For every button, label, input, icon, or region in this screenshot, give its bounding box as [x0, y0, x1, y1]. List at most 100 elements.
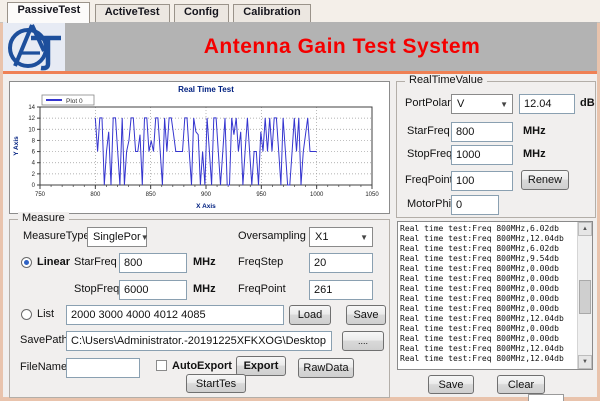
log-clear-button[interactable]: Clear	[497, 375, 545, 394]
list-save-button[interactable]: Save	[346, 305, 386, 325]
log-line: Real time test:Freq 800MHz,12.04db	[400, 354, 576, 364]
svg-text:850: 850	[146, 192, 157, 198]
oversampling-combo[interactable]: X1 ▼	[309, 227, 373, 247]
autoexport-checkbox[interactable]	[156, 360, 167, 371]
autoexport-label: AutoExport	[172, 360, 232, 372]
list-radio[interactable]	[21, 309, 32, 320]
svg-text:12: 12	[28, 116, 35, 122]
linear-radio[interactable]	[21, 257, 32, 268]
gain-value-field[interactable]	[519, 94, 575, 114]
chevron-down-icon: ▼	[360, 233, 372, 242]
log-line: Real time test:Freq 800MHz,12.04db	[400, 314, 576, 324]
list-load-button[interactable]: Load	[289, 305, 331, 325]
m-stopfreq-field[interactable]	[119, 280, 187, 300]
svg-text:950: 950	[256, 192, 267, 198]
m-stopfreq-label: StopFreq	[74, 283, 119, 295]
m-freqpoint-label: FreqPoint	[238, 283, 286, 295]
linear-label: Linear	[37, 256, 70, 268]
renew-button[interactable]: Renew	[521, 170, 569, 190]
gain-unit-label: dB	[580, 97, 595, 109]
log-scrollbar[interactable]: ▲ ▼	[577, 222, 592, 369]
rt-stopfreq-label: StopFreq	[407, 148, 452, 160]
svg-text:4: 4	[32, 161, 36, 167]
motorphi-field[interactable]	[451, 195, 499, 215]
rt-starfreq-field[interactable]	[451, 122, 513, 142]
start-test-button[interactable]: StartTes	[186, 374, 246, 393]
log-line: Real time test:Freq 800MHz,6.02db	[400, 224, 576, 234]
list-freqs-field[interactable]	[66, 305, 284, 325]
svg-text:Y Axis: Y Axis	[13, 136, 20, 156]
portpolar-label: PortPolar	[405, 97, 451, 109]
svg-text:900: 900	[201, 192, 212, 198]
scroll-up-icon[interactable]: ▲	[578, 222, 592, 236]
log-line: Real time test:Freq 800MHz,0.00db	[400, 334, 576, 344]
realtime-chart: Real Time TestPlot 002468101214750800850…	[9, 81, 390, 214]
m-freqpoint-field[interactable]	[309, 280, 373, 300]
rt-stopfreq-field[interactable]	[451, 145, 513, 165]
rt-stopfreq-unit: MHz	[523, 148, 546, 160]
svg-text:0: 0	[32, 183, 36, 189]
export-button[interactable]: Export	[236, 356, 286, 376]
chart-canvas: Real Time TestPlot 002468101214750800850…	[10, 82, 389, 216]
portpolar-combo[interactable]: V ▼	[451, 94, 513, 114]
tab-calibration[interactable]: Calibration	[233, 4, 310, 23]
log-line: Real time test:Freq 800MHz,0.00db	[400, 274, 576, 284]
log-line: Real time test:Freq 800MHz,12.04db	[400, 344, 576, 354]
chevron-down-icon: ▼	[141, 233, 153, 242]
browse-button[interactable]: ....	[342, 331, 384, 351]
app-logo	[3, 22, 66, 71]
svg-text:Real Time Test: Real Time Test	[178, 85, 234, 94]
svg-text:X Axis: X Axis	[196, 203, 216, 210]
savepath-label: SavePath	[20, 334, 68, 346]
measuretype-value: SinglePor	[93, 231, 141, 243]
freqstep-field[interactable]	[309, 253, 373, 273]
tab-passivetest[interactable]: PassiveTest	[7, 2, 90, 23]
log-line: Real time test:Freq 800MHz,9.54db	[400, 254, 576, 264]
rt-starfreq-unit: MHz	[523, 125, 546, 137]
agt-logo-icon	[3, 22, 65, 71]
log-line: Real time test:Freq 800MHz,0.00db	[400, 304, 576, 314]
log-line: Real time test:Freq 800MHz,0.00db	[400, 264, 576, 274]
tab-activetest[interactable]: ActiveTest	[95, 4, 170, 23]
filename-field[interactable]	[66, 358, 140, 378]
m-starfreq-unit: MHz	[193, 256, 216, 268]
list-label: List	[37, 308, 54, 320]
rt-freqpoint-field[interactable]	[451, 171, 513, 191]
rt-freqpoint-label: FreqPoint	[405, 174, 453, 186]
log-line: Real time test:Freq 800MHz,12.04db	[400, 234, 576, 244]
log-line: Real time test:Freq 800MHz,0.00db	[400, 284, 576, 294]
log-listbox[interactable]: Real time test:Freq 800MHz,6.02dbReal ti…	[397, 221, 593, 370]
portpolar-value: V	[457, 98, 464, 110]
oversampling-label: Oversampling	[238, 230, 306, 242]
rawdata-button[interactable]: RawData	[298, 358, 354, 378]
filename-label: FileName	[20, 361, 67, 373]
tab-config[interactable]: Config	[174, 4, 229, 23]
m-starfreq-field[interactable]	[119, 253, 187, 273]
realtimevalue-group: RealTimeValue PortPolar V ▼ dB StarFreq …	[396, 81, 596, 218]
m-starfreq-label: StarFreq	[74, 256, 117, 268]
log-line: Real time test:Freq 800MHz,0.00db	[400, 324, 576, 334]
log-lines: Real time test:Freq 800MHz,6.02dbReal ti…	[400, 224, 576, 367]
svg-text:Plot 0: Plot 0	[66, 98, 83, 105]
log-line: Real time test:Freq 800MHz,6.02db	[400, 244, 576, 254]
savepath-field[interactable]	[66, 331, 332, 351]
header-banner: Antenna Gain Test System	[65, 22, 597, 71]
svg-text:750: 750	[35, 192, 46, 198]
oversampling-value: X1	[315, 231, 328, 243]
scrollbar-thumb[interactable]	[579, 280, 591, 314]
svg-text:6: 6	[32, 150, 36, 156]
realtimevalue-group-label: RealTimeValue	[405, 74, 487, 86]
freqstep-label: FreqStep	[238, 256, 283, 268]
measure-group-label: Measure	[18, 212, 69, 224]
tab-strip: PassiveTest ActiveTest Config Calibratio…	[0, 0, 600, 23]
measuretype-combo[interactable]: SinglePor ▼	[87, 227, 147, 247]
chevron-down-icon: ▼	[500, 100, 512, 109]
svg-text:10: 10	[28, 127, 35, 133]
log-save-button[interactable]: Save	[428, 375, 474, 394]
measure-group: Measure MeasureType SinglePor ▼ Oversamp…	[9, 219, 390, 398]
rt-starfreq-label: StarFreq	[407, 125, 450, 137]
scroll-down-icon[interactable]: ▼	[578, 355, 592, 369]
motorphi-label: MotorPhi	[407, 198, 451, 210]
page-title: Antenna Gain Test System	[182, 35, 481, 59]
svg-text:1000: 1000	[310, 192, 324, 198]
